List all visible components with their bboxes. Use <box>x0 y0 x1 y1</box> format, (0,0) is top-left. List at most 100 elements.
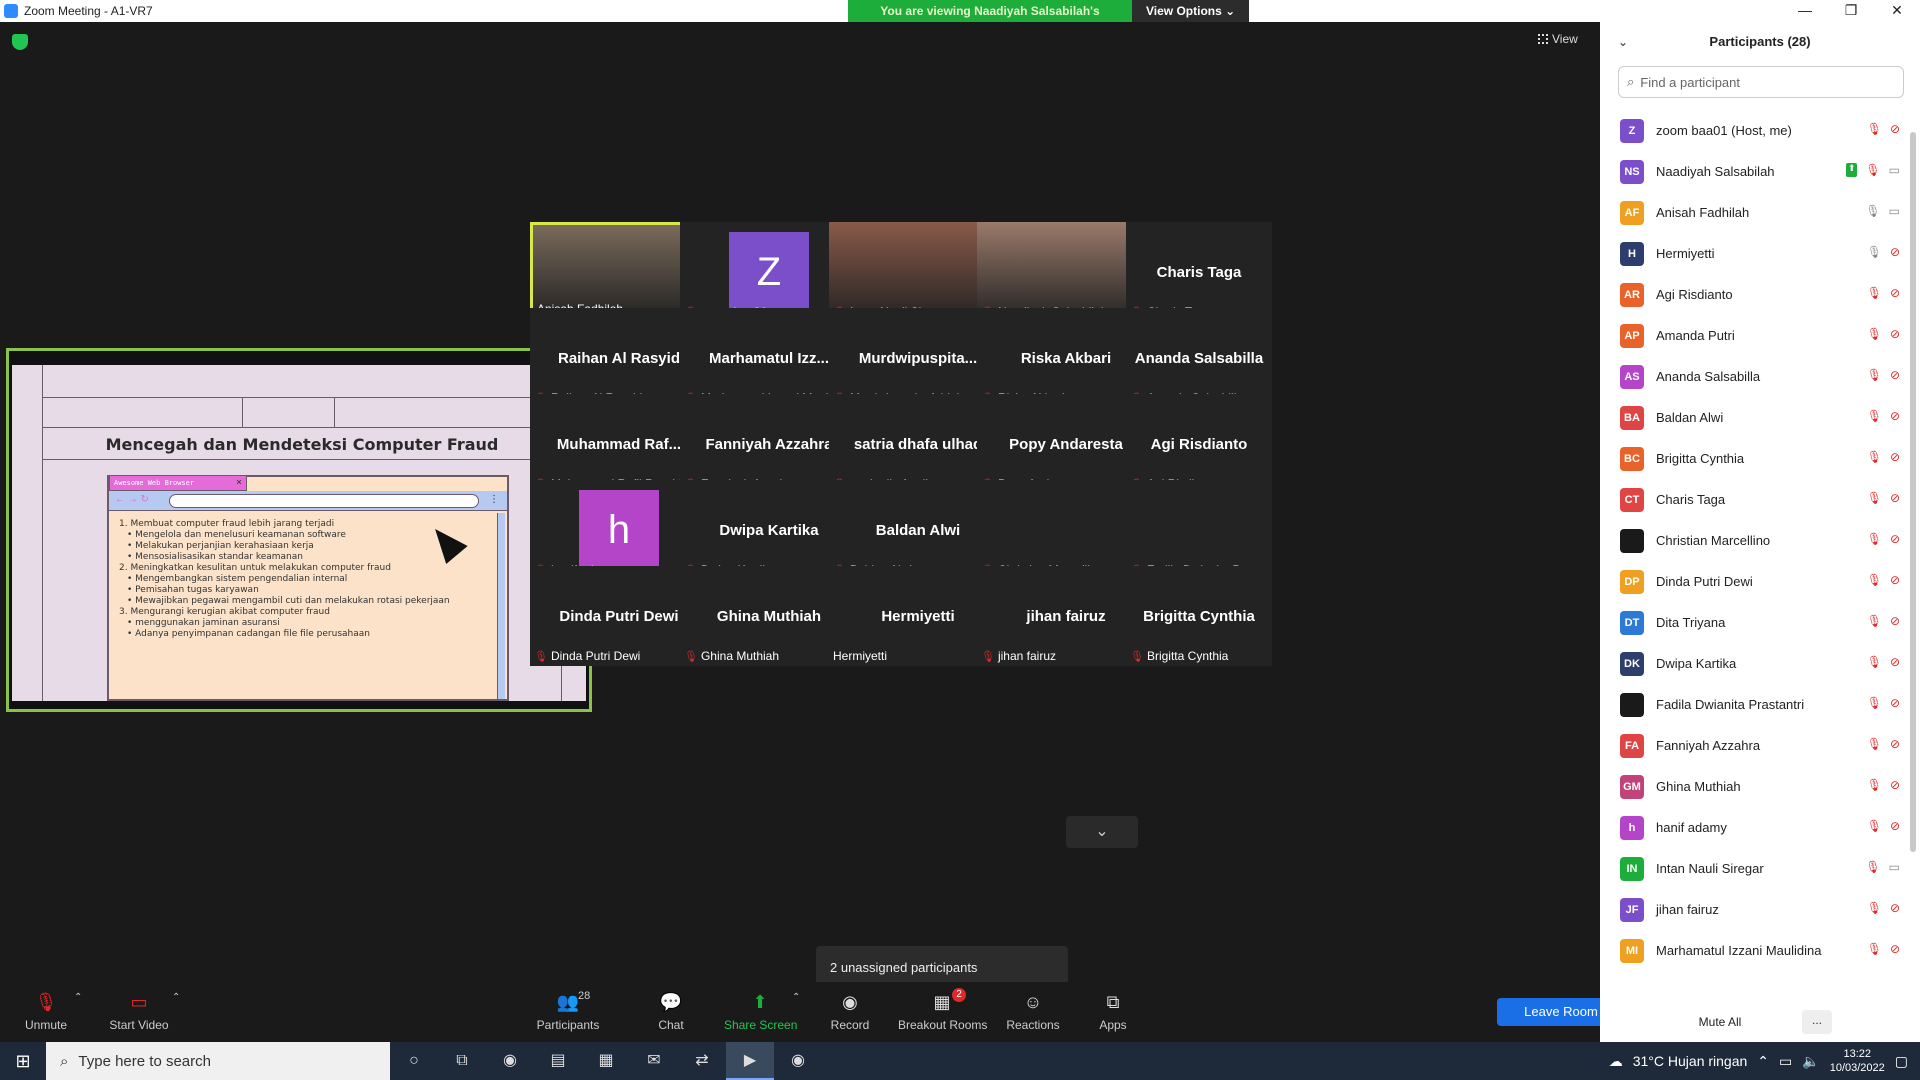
participants-label: Participants <box>536 1018 600 1032</box>
tray-overflow-icon[interactable]: ⌃ <box>1757 1053 1769 1070</box>
participant-status-icons: 🎙 ⊘ <box>1867 819 1900 833</box>
mute-all-button[interactable]: Mute All <box>1670 1010 1770 1034</box>
slide-line <box>42 397 562 398</box>
participant-row[interactable]: AF Anisah Fadhilah 🎙 ▭ <box>1600 192 1906 233</box>
participant-row[interactable]: DT Dita Triyana 🎙 ⊘ <box>1600 602 1906 643</box>
participant-name-bar: 🎙 jihan fairuz <box>981 649 1056 663</box>
record-button[interactable]: ◉ Record <box>828 992 872 1032</box>
participant-name: Charis Taga <box>1656 492 1726 507</box>
participant-name: Christian Marcellino <box>1656 533 1771 548</box>
participant-row[interactable]: AR Agi Risdianto 🎙 ⊘ <box>1600 274 1906 315</box>
weather-text[interactable]: 31°C Hujan ringan <box>1633 1053 1748 1069</box>
maximize-button[interactable]: ❐ <box>1828 0 1874 22</box>
participant-status-icons: 🎙 ⊘ <box>1867 122 1900 136</box>
teamviewer-icon[interactable]: ⇄ <box>678 1042 726 1080</box>
participant-row[interactable]: MI Marhamatul Izzani Maulidina 🎙 ⊘ <box>1600 930 1906 971</box>
participant-row[interactable]: DK Dwipa Kartika 🎙 ⊘ <box>1600 643 1906 684</box>
participant-row[interactable]: BC Brigitta Cynthia 🎙 ⊘ <box>1600 438 1906 479</box>
weather-icon: ☁ <box>1608 1052 1623 1069</box>
notifications-icon[interactable]: ▢ <box>1895 1053 1908 1070</box>
participant-row[interactable]: IN Intan Nauli Siregar 🎙 ▭ <box>1600 848 1906 889</box>
zoom-app-icon <box>4 4 18 18</box>
apps-button[interactable]: ⧉ Apps <box>1098 992 1128 1032</box>
gallery-next-page-button[interactable]: ⌄ <box>1066 816 1138 848</box>
zoom-icon[interactable]: ▶ <box>726 1042 774 1080</box>
view-button[interactable]: View <box>1538 32 1578 46</box>
mic-muted-icon: 🎙 <box>1866 614 1882 628</box>
participant-row[interactable]: H Hermiyetti 🎙 ⊘ <box>1600 233 1906 274</box>
video-off-icon: ⊘ <box>1889 409 1900 423</box>
participant-row[interactable]: CT Charis Taga 🎙 ⊘ <box>1600 479 1906 520</box>
shared-screen[interactable]: Mencegah dan Mendeteksi Computer Fraud A… <box>6 348 592 712</box>
reactions-icon: ☺ <box>1023 992 1043 1012</box>
clock[interactable]: 13:22 10/03/2022 <box>1830 1047 1885 1075</box>
participant-row[interactable]: Zzoom baa01 (Host, me) 🎙 ⊘ <box>1600 110 1906 151</box>
participant-avatar: AR <box>1620 282 1644 307</box>
start-video-button[interactable]: ▭ Start Video <box>106 992 172 1032</box>
participant-row[interactable]: h hanif adamy 🎙 ⊘ <box>1600 807 1906 848</box>
store-icon[interactable]: ▦ <box>582 1042 630 1080</box>
search-icon: ⌕ <box>1627 74 1635 89</box>
participant-avatar: Z <box>1620 118 1644 143</box>
task-view-icon[interactable]: ⧉ <box>438 1042 486 1080</box>
participant-row[interactable]: DP Dinda Putri Dewi 🎙 ⊘ <box>1600 561 1906 602</box>
slide-line-text: • Pemisahan tugas karyawan <box>127 585 259 595</box>
participants-scrollbar[interactable] <box>1910 132 1916 852</box>
system-tray: ☁ 31°C Hujan ringan ⌃ ▭ 🔈 13:22 10/03/20… <box>1609 1042 1920 1080</box>
cortana-icon[interactable]: ○ <box>390 1042 438 1080</box>
taskbar-search-box[interactable]: ⌕ Type here to search <box>46 1042 390 1080</box>
participant-tile[interactable]: 🎙Fadila Dwianita Prastantri <box>1126 480 1272 580</box>
participant-row[interactable]: BA Baldan Alwi 🎙 ⊘ <box>1600 397 1906 438</box>
video-off-icon: ⊘ <box>1889 491 1900 505</box>
participant-row[interactable]: JF jihan fairuz 🎙 ⊘ <box>1600 889 1906 930</box>
participant-row[interactable]: GM Ghina Muthiah 🎙 ⊘ <box>1600 766 1906 807</box>
network-icon[interactable]: ▭ <box>1779 1053 1792 1070</box>
participant-row[interactable]: FA Fanniyah Azzahra 🎙 ⊘ <box>1600 725 1906 766</box>
participant-status-icons: 🎙 ⊘ <box>1867 532 1900 546</box>
participant-status-icons: 🎙 ⊘ <box>1867 942 1900 956</box>
find-participant-input[interactable]: ⌕ Find a participant <box>1618 66 1904 98</box>
video-off-icon: ▭ <box>130 992 148 1012</box>
browser-scrollbar <box>497 513 505 699</box>
unmute-button[interactable]: 🎙 Unmute <box>20 992 72 1032</box>
participant-tile[interactable]: Ananda Salsabilla🎙Ananda Salsabilla <box>1126 308 1272 408</box>
meeting-toolbar: 🎙 Unmute ⌃ ▭ Start Video ⌃ 👥 28 Participa… <box>0 982 1600 1042</box>
participants-button[interactable]: 👥 28 Participants <box>536 990 600 1032</box>
file-explorer-icon[interactable]: ▤ <box>534 1042 582 1080</box>
participant-status-icons: 🎙 ⊘ <box>1867 696 1900 710</box>
chat-button[interactable]: 💬 Chat <box>656 992 686 1032</box>
participant-name: Ananda Salsabilla <box>1656 369 1761 384</box>
mic-muted-icon: 🎙 <box>1130 650 1144 663</box>
minimize-button[interactable]: — <box>1782 0 1828 22</box>
participant-row[interactable]: Christian Marcellino 🎙 ⊘ <box>1600 520 1906 561</box>
reactions-button[interactable]: ☺ Reactions <box>1006 992 1060 1032</box>
view-options-button[interactable]: View Options ⌄ <box>1132 0 1250 22</box>
share-screen-button[interactable]: ⬆ Share Screen <box>724 992 797 1032</box>
participant-tile[interactable]: Charis Taga🎙Charis Taga <box>1126 222 1272 322</box>
volume-icon[interactable]: 🔈 <box>1802 1053 1819 1070</box>
collapse-chevron-icon[interactable]: ⌄ <box>1618 22 1628 62</box>
participant-row[interactable]: NS Naadiyah Salsabilah ⬆ 🎙 ▭ <box>1600 151 1906 192</box>
more-options-button[interactable]: ... <box>1802 1010 1832 1034</box>
close-button[interactable]: ✕ <box>1874 0 1920 22</box>
video-off-icon: ⊘ <box>1889 737 1900 751</box>
participants-panel-footer: Mute All ... <box>1600 1000 1920 1042</box>
participant-row[interactable]: Fadila Dwianita Prastantri 🎙 ⊘ <box>1600 684 1906 725</box>
chrome-icon[interactable]: ◉ <box>486 1042 534 1080</box>
mail-icon[interactable]: ✉ <box>630 1042 678 1080</box>
participant-status-icons: ⬆ 🎙 ▭ <box>1845 163 1900 177</box>
slide-line-text: • Adanya penyimpanan cadangan file file … <box>127 629 370 639</box>
mic-muted-icon: 🎙 <box>981 650 995 663</box>
participant-row[interactable]: AS Ananda Salsabilla 🎙 ⊘ <box>1600 356 1906 397</box>
participant-tile[interactable]: Agi Risdianto🎙Agi Risdianto <box>1126 394 1272 494</box>
participant-tile[interactable]: Brigitta Cynthia 🎙 Brigitta Cynthia <box>1126 566 1272 666</box>
participant-status-icons: 🎙 ⊘ <box>1867 409 1900 423</box>
slide-line <box>42 459 562 460</box>
chrome-alt-icon[interactable]: ◉ <box>774 1042 822 1080</box>
participant-status-icons: 🎙 ⊘ <box>1867 614 1900 628</box>
windows-start-icon[interactable]: ⊞ <box>0 1042 46 1080</box>
participant-row[interactable]: AP Amanda Putri 🎙 ⊘ <box>1600 315 1906 356</box>
participant-status-icons: 🎙 ⊘ <box>1867 573 1900 587</box>
breakout-rooms-button[interactable]: ▦ 2 Breakout Rooms <box>898 988 987 1032</box>
encryption-shield-icon[interactable] <box>12 34 28 50</box>
